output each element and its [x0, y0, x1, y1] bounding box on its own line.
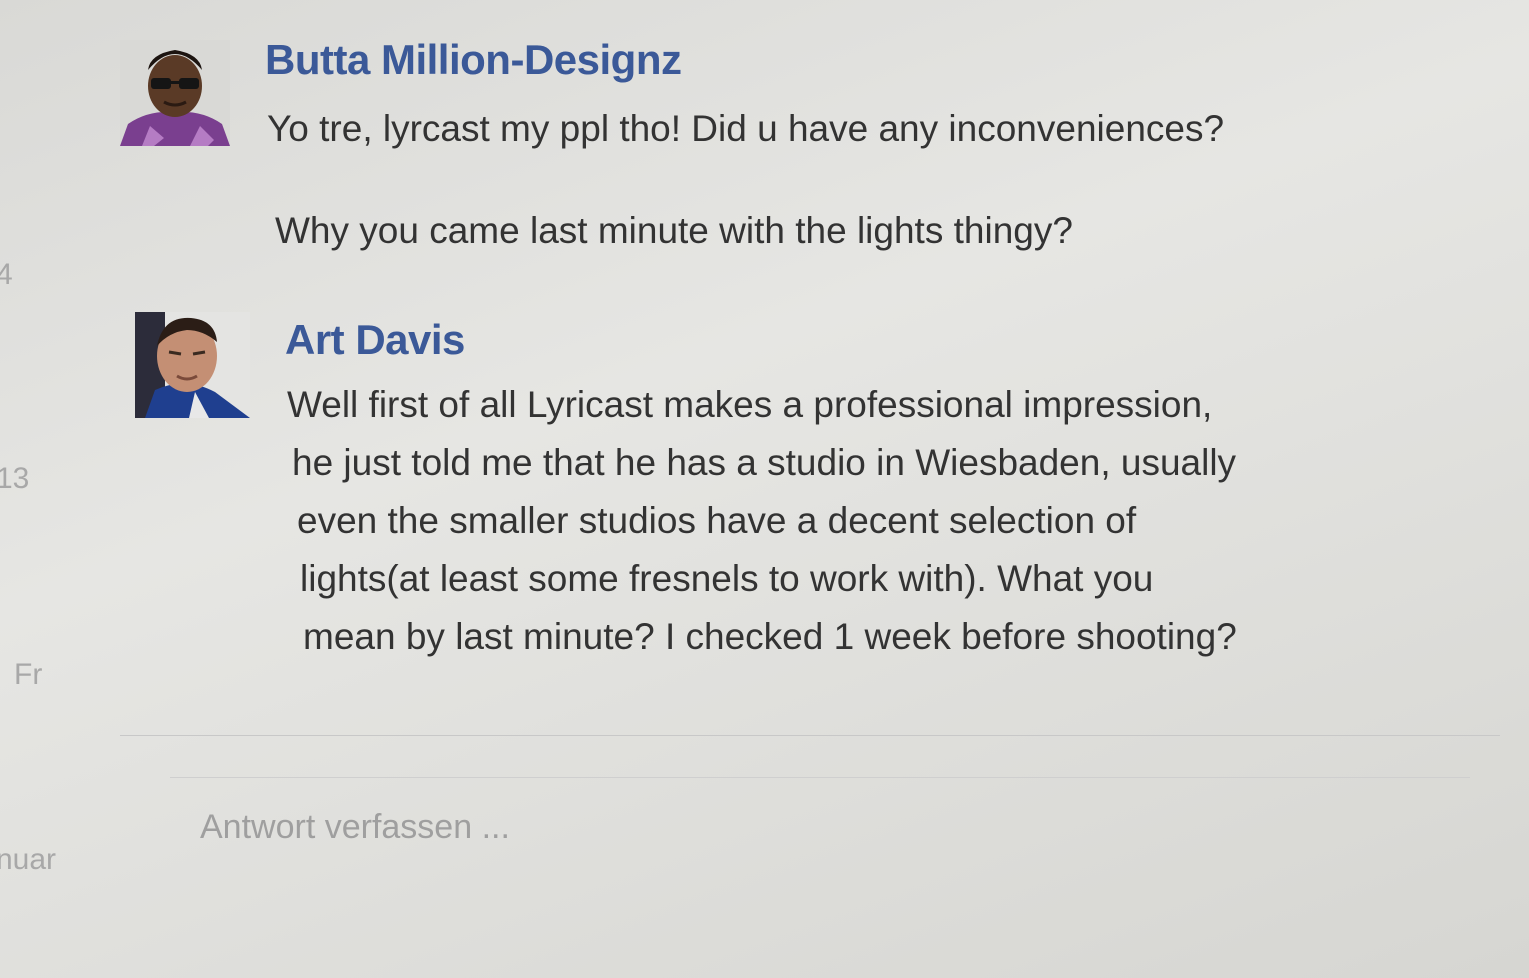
- author-name-link[interactable]: Art Davis: [285, 316, 465, 364]
- message-text-line: even the smaller studios have a decent s…: [297, 500, 1137, 541]
- rail-date-label: nuar: [0, 843, 57, 876]
- message-text-line: mean by last minute? I checked 1 week be…: [303, 616, 1237, 657]
- reply-composer: [120, 735, 1500, 895]
- message-text-line: he just told me that he has a studio in …: [292, 442, 1237, 483]
- avatar[interactable]: [120, 40, 230, 146]
- avatar-photo-icon: [120, 40, 230, 146]
- message-text-line: Yo tre, lyrcast my ppl tho! Did u have a…: [267, 108, 1225, 149]
- reply-input[interactable]: [190, 797, 1410, 857]
- rail-date-label: 4: [0, 258, 13, 291]
- message-text-line: lights(at least some fresnels to work wi…: [300, 558, 1154, 599]
- avatar[interactable]: [135, 312, 250, 418]
- rail-date-label: Fr: [14, 658, 43, 691]
- left-rail: 4 13 Fr nuar: [0, 0, 70, 978]
- message-text-line: Well first of all Lyricast makes a profe…: [287, 384, 1213, 425]
- message-text-line: Why you came last minute with the lights…: [275, 210, 1073, 251]
- divider: [120, 735, 1500, 736]
- rail-date-label: 13: [0, 462, 30, 495]
- author-name-link[interactable]: Butta Million-Designz: [265, 36, 682, 84]
- avatar-photo-icon: [135, 312, 250, 418]
- divider: [170, 777, 1470, 778]
- messages-screen: 4 13 Fr nuar Butta Million-Designz Yo tr…: [0, 0, 1529, 978]
